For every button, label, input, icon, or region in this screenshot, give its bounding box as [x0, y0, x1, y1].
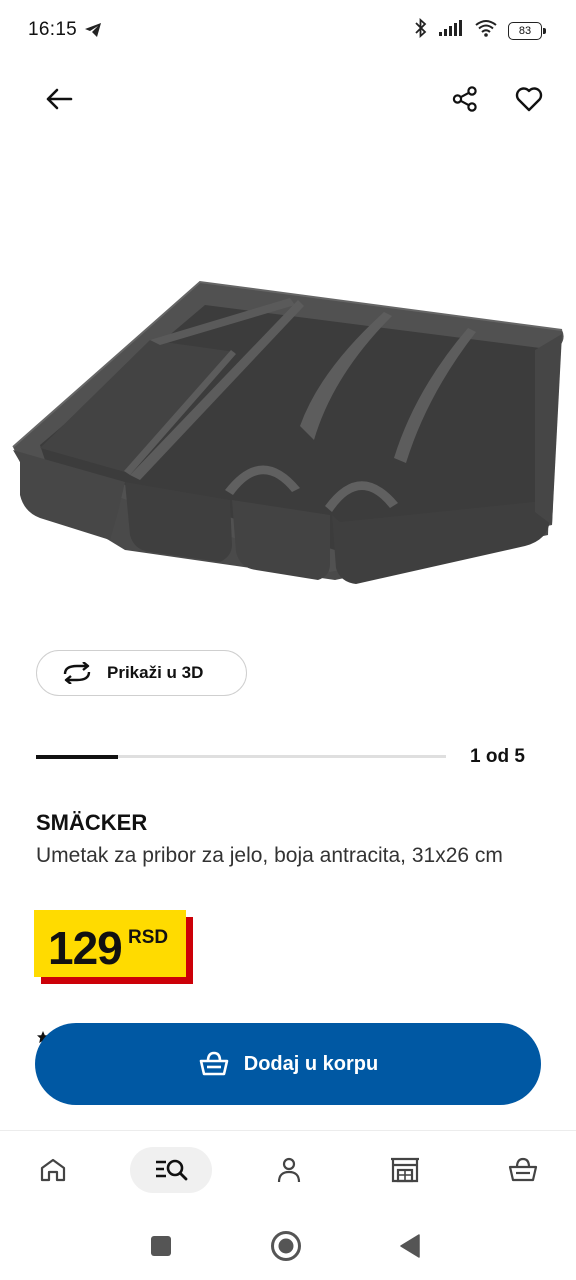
nav-search[interactable]: [130, 1147, 212, 1193]
add-to-cart-button[interactable]: Dodaj u korpu: [35, 1023, 541, 1105]
price-tag-box: 129 RSD: [34, 910, 186, 977]
nav-stores[interactable]: [364, 1147, 446, 1193]
bottom-navigation: [0, 1130, 576, 1210]
home-circle-icon: [271, 1231, 301, 1261]
search-list-icon: [156, 1159, 188, 1181]
back-system-button[interactable]: [390, 1226, 430, 1266]
recents-square-icon: [151, 1236, 171, 1256]
arrow-left-icon: [46, 88, 73, 110]
product-image[interactable]: [0, 250, 576, 600]
wifi-icon: [474, 19, 498, 42]
add-to-cart-label: Dodaj u korpu: [243, 1052, 379, 1075]
gallery-progress-track: [36, 754, 446, 759]
price-tag: 129 RSD: [34, 910, 194, 986]
status-time: 16:15: [28, 19, 78, 40]
price-value: 129: [48, 922, 123, 974]
status-icons: 83: [414, 17, 546, 43]
top-app-bar: [0, 70, 576, 126]
basket-icon: [508, 1157, 538, 1182]
battery-icon: 83: [508, 21, 546, 40]
product-description: Umetak za pribor za jelo, boja antracita…: [36, 844, 503, 867]
telegram-send-icon: [84, 22, 102, 43]
price-currency: RSD: [128, 927, 169, 948]
gallery-position-label: 1 od 5: [470, 746, 525, 767]
recents-button[interactable]: [141, 1226, 181, 1266]
share-button[interactable]: [444, 78, 486, 120]
rotate-3d-icon: [63, 662, 91, 684]
share-icon: [452, 86, 477, 112]
basket-icon: [199, 1051, 229, 1076]
home-system-button[interactable]: [266, 1226, 306, 1266]
gallery-progress-fill: [36, 754, 118, 759]
home-icon: [40, 1158, 66, 1182]
nav-home[interactable]: [12, 1147, 94, 1193]
nav-cart[interactable]: [482, 1147, 564, 1193]
signal-icon: [438, 19, 464, 42]
back-button[interactable]: [38, 78, 80, 120]
bluetooth-icon: [414, 17, 428, 43]
store-icon: [391, 1157, 419, 1183]
status-bar: 16:15 83: [0, 0, 576, 62]
user-icon: [277, 1157, 301, 1183]
back-triangle-icon: [400, 1234, 420, 1258]
product-name: SMÄCKER: [36, 810, 148, 835]
heart-icon: [515, 87, 543, 112]
view-in-3d-label: Prikaži u 3D: [107, 663, 204, 682]
system-navigation-bar: [0, 1212, 576, 1280]
favourite-button[interactable]: [508, 78, 550, 120]
nav-profile[interactable]: [248, 1147, 330, 1193]
view-in-3d-button[interactable]: Prikaži u 3D: [36, 650, 247, 696]
